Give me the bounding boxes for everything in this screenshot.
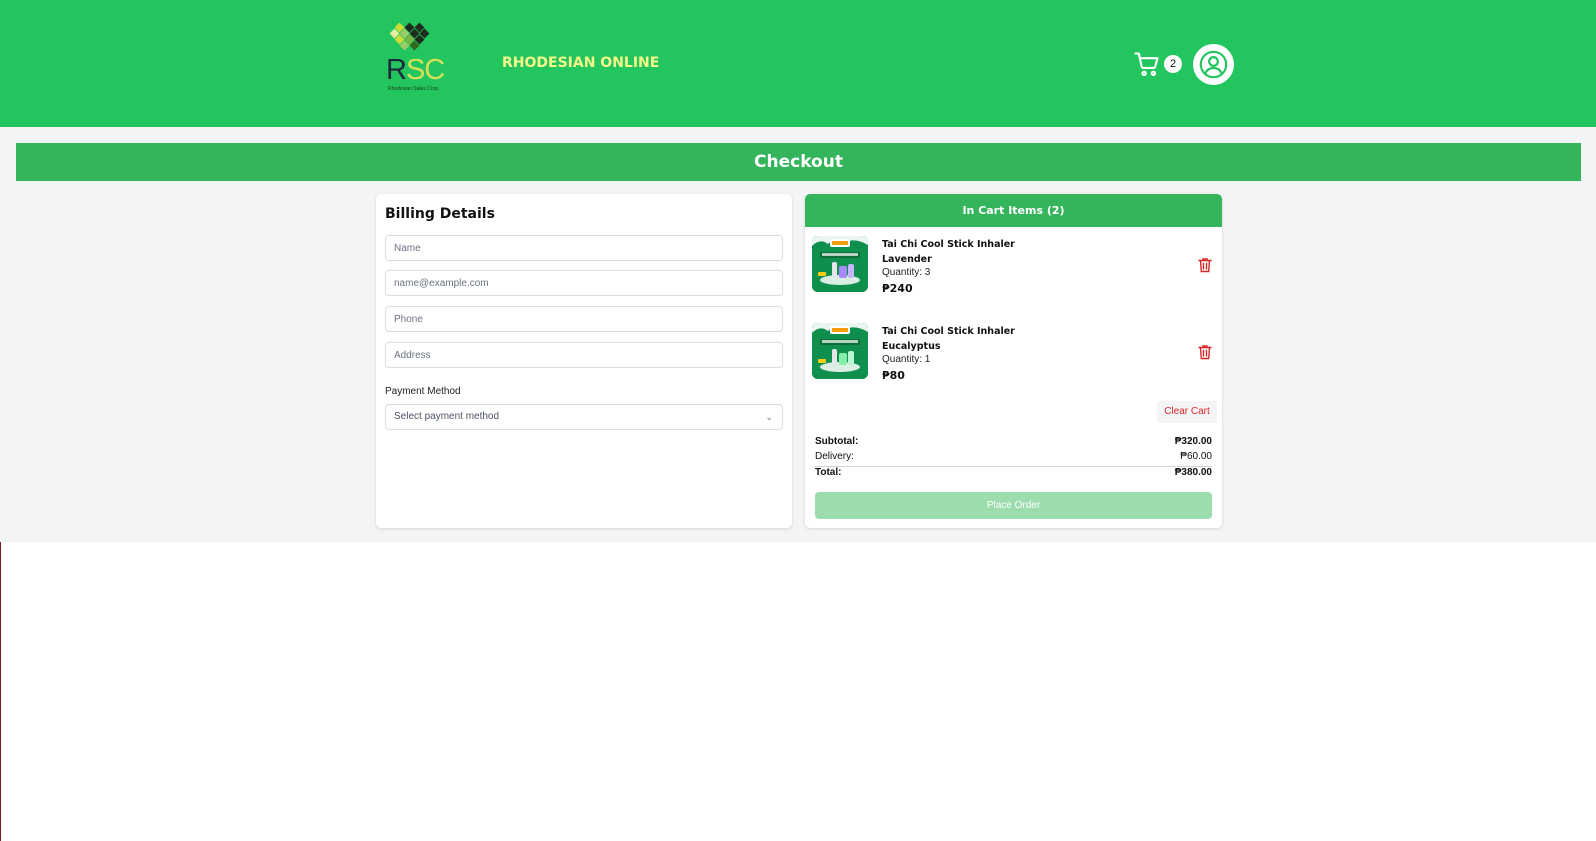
cart-card: In Cart Items (2) Tai Chi Cool Stick Inh… (805, 194, 1222, 528)
user-circle-icon (1199, 50, 1228, 79)
payment-method-select[interactable]: Select payment method ⌄ (385, 404, 783, 430)
logo-text: RSC (386, 54, 445, 86)
total-row: Total: ₱380.00 (815, 467, 1212, 482)
cart-item: Tai Chi Cool Stick Inhaler Eucalyptus Qu… (805, 323, 1222, 403)
payment-method-value: Select payment method (394, 411, 500, 422)
name-input[interactable] (385, 235, 783, 261)
address-input[interactable] (385, 342, 783, 368)
product-thumbnail (812, 236, 868, 292)
delivery-value: ₱60.00 (1180, 451, 1212, 462)
place-order-button[interactable]: Place Order (815, 492, 1212, 519)
site-header: RSC Rhodesian Sales Corp. RHODESIAN ONLI… (0, 0, 1596, 127)
cart-count-badge: 2 (1164, 55, 1182, 73)
trash-icon (1198, 258, 1212, 273)
billing-card: Billing Details Payment Method Select pa… (376, 194, 792, 528)
payment-method-label: Payment Method (385, 386, 461, 397)
cart-icon (1134, 52, 1159, 77)
item-quantity: Quantity: 1 (882, 354, 931, 365)
page-title: Checkout (16, 143, 1581, 181)
logo[interactable]: RSC Rhodesian Sales Corp. (378, 22, 458, 96)
subtotal-row: Subtotal: ₱320.00 (815, 436, 1212, 451)
item-price: ₱240 (882, 282, 913, 295)
checkout-page: RSC Rhodesian Sales Corp. RHODESIAN ONLI… (0, 0, 1596, 841)
cart-item: Tai Chi Cool Stick Inhaler Lavender Quan… (805, 236, 1222, 316)
logo-tagline: Rhodesian Sales Corp. (388, 86, 440, 92)
total-label: Total: (815, 467, 842, 478)
email-input[interactable] (385, 270, 783, 296)
subtotal-label: Subtotal: (815, 436, 859, 447)
item-name: Tai Chi Cool Stick Inhaler Lavender (882, 239, 1015, 265)
delivery-label: Delivery: (815, 451, 854, 462)
delivery-row: Delivery: ₱60.00 (815, 451, 1212, 466)
total-value: ₱380.00 (1174, 467, 1212, 478)
billing-title: Billing Details (385, 206, 495, 222)
clear-cart-button[interactable]: Clear Cart (1157, 401, 1217, 423)
cart-button[interactable] (1133, 50, 1161, 78)
account-button[interactable] (1193, 44, 1234, 85)
trash-icon (1198, 345, 1212, 360)
subtotal-value: ₱320.00 (1174, 436, 1212, 447)
item-quantity: Quantity: 3 (882, 267, 931, 278)
delete-item-button[interactable] (1198, 344, 1212, 360)
item-name: Tai Chi Cool Stick Inhaler Eucalyptus (882, 326, 1015, 352)
cart-header: In Cart Items (2) (805, 194, 1222, 227)
item-price: ₱80 (882, 369, 905, 382)
phone-input[interactable] (385, 306, 783, 332)
product-thumbnail (812, 323, 868, 379)
delete-item-button[interactable] (1198, 257, 1212, 273)
brand-name[interactable]: RHODESIAN ONLINE (502, 55, 659, 71)
chevron-down-icon: ⌄ (765, 412, 773, 422)
content-area (0, 127, 1596, 542)
